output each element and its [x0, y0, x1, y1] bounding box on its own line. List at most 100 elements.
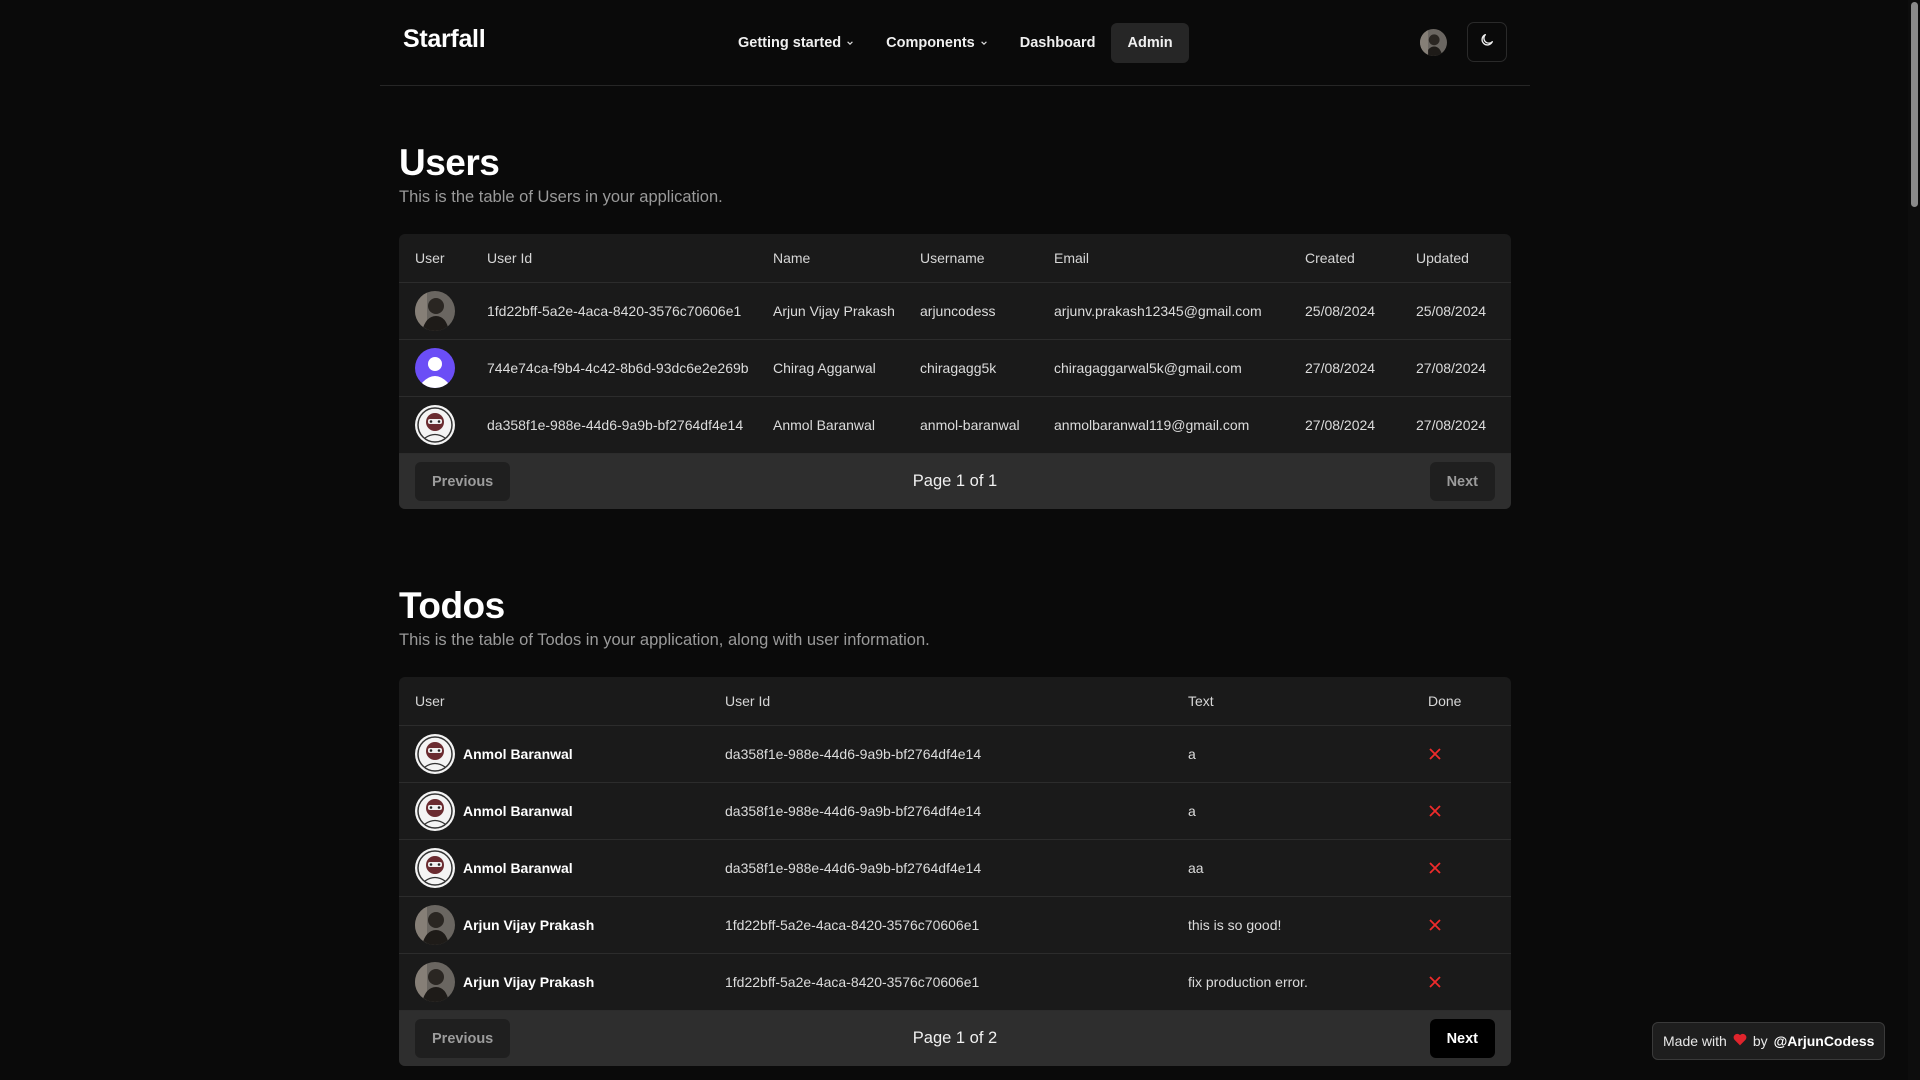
users-table: User User Id Name Username Email Created… — [399, 234, 1511, 509]
user-id-cell: da358f1e-988e-44d6-9a9b-bf2764df4e14 — [725, 746, 982, 762]
main-nav: Getting started Components Dashboard Adm… — [722, 23, 1189, 63]
table-row: Arjun Vijay Prakash 1fd22bff-5a2e-4aca-8… — [399, 897, 1511, 954]
profile-avatar[interactable] — [1420, 29, 1447, 56]
next-page-button[interactable]: Next — [1429, 462, 1495, 501]
email-cell: anmolbaranwal119@gmail.com — [1054, 417, 1250, 433]
nav-components[interactable]: Components — [870, 23, 1004, 63]
column-header: User Id — [725, 693, 771, 709]
made-with-badge[interactable]: Made with by @ArjunCodess — [1652, 1022, 1886, 1060]
user-id-cell: 1fd22bff-5a2e-4aca-8420-3576c70606e1 — [487, 303, 742, 319]
user-id-cell: 1fd22bff-5a2e-4aca-8420-3576c70606e1 — [725, 917, 980, 933]
close-icon — [1429, 976, 1441, 988]
text-cell: a — [1188, 803, 1196, 819]
username-cell: arjuncodess — [920, 303, 996, 319]
heart-icon — [1733, 1033, 1747, 1049]
text-cell: fix production error. — [1188, 974, 1308, 990]
table-row: 1fd22bff-5a2e-4aca-8420-3576c70606e1 Arj… — [399, 283, 1511, 340]
name-cell: Arjun Vijay Prakash — [773, 303, 895, 319]
nav-label: Admin — [1127, 35, 1173, 51]
user-cell — [399, 291, 471, 331]
nav-getting-started[interactable]: Getting started — [722, 23, 870, 63]
column-header: Created — [1305, 250, 1355, 266]
close-icon — [1429, 862, 1441, 874]
created-cell: 25/08/2024 — [1305, 303, 1376, 319]
close-icon — [1429, 748, 1441, 760]
user-id-cell: da358f1e-988e-44d6-9a9b-bf2764df4e14 — [725, 803, 982, 819]
photo-avatar — [415, 962, 455, 1002]
email-cell: chiragaggarwal5k@gmail.com — [1054, 360, 1242, 376]
name-cell: Chirag Aggarwal — [773, 360, 876, 376]
table-header: User User Id Text Done — [399, 677, 1511, 726]
chevron-down-icon — [980, 39, 988, 47]
users-title: Users — [399, 142, 500, 183]
robot-avatar — [415, 791, 455, 831]
user-cell — [399, 348, 471, 388]
table-row: Anmol Baranwal da358f1e-988e-44d6-9a9b-b… — [399, 726, 1511, 783]
table-row: Anmol Baranwal da358f1e-988e-44d6-9a9b-b… — [399, 840, 1511, 897]
text-cell: a — [1188, 746, 1196, 762]
column-header: User — [415, 693, 445, 709]
done-cell — [1412, 861, 1511, 875]
previous-page-button[interactable]: Previous — [415, 462, 511, 501]
next-page-button[interactable]: Next — [1429, 1019, 1495, 1058]
nav-label: Getting started — [738, 35, 842, 51]
chevron-down-icon — [846, 39, 854, 47]
brand-logo[interactable]: Starfall — [403, 25, 486, 54]
user-id-cell: 744e74ca-f9b4-4c42-8b6d-93dc6e2e269b — [487, 360, 749, 376]
theme-toggle-button[interactable] — [1467, 22, 1507, 62]
default-user-avatar — [415, 348, 455, 388]
photo-avatar — [415, 905, 455, 945]
user-cell: Arjun Vijay Prakash — [399, 905, 709, 945]
done-cell — [1412, 804, 1511, 818]
column-header: Text — [1188, 693, 1214, 709]
column-header: Username — [920, 250, 985, 266]
moon-icon — [1479, 32, 1495, 53]
robot-avatar — [415, 848, 455, 888]
top-navbar: Starfall Getting started Components Dash… — [380, 0, 1530, 86]
nav-admin[interactable]: Admin — [1111, 23, 1189, 63]
photo-avatar — [415, 291, 455, 331]
previous-page-button[interactable]: Previous — [415, 1019, 511, 1058]
table-row: Anmol Baranwal da358f1e-988e-44d6-9a9b-b… — [399, 783, 1511, 840]
table-row: 744e74ca-f9b4-4c42-8b6d-93dc6e2e269b Chi… — [399, 340, 1511, 397]
todos-subtitle: This is the table of Todos in your appli… — [399, 631, 930, 649]
user-cell: Arjun Vijay Prakash — [399, 962, 709, 1002]
email-cell: arjunv.prakash12345@gmail.com — [1054, 303, 1262, 319]
made-with-label: Made with — [1663, 1033, 1727, 1049]
user-cell — [399, 405, 471, 445]
nav-dashboard[interactable]: Dashboard — [1004, 23, 1112, 63]
robot-avatar — [415, 734, 455, 774]
column-header: Updated — [1416, 250, 1469, 266]
nav-label: Components — [886, 35, 975, 51]
user-id-cell: 1fd22bff-5a2e-4aca-8420-3576c70606e1 — [725, 974, 980, 990]
column-header: User — [415, 250, 445, 266]
user-cell: Anmol Baranwal — [399, 791, 709, 831]
user-name: Anmol Baranwal — [463, 803, 573, 819]
page-indicator: Page 1 of 2 — [912, 1029, 998, 1047]
username-cell: chiragagg5k — [920, 360, 997, 376]
page-scrollbar[interactable] — [1908, 0, 1920, 1080]
username-cell: anmol-baranwal — [920, 417, 1020, 433]
updated-cell: 25/08/2024 — [1416, 303, 1487, 319]
user-name: Arjun Vijay Prakash — [463, 974, 595, 990]
nav-label: Dashboard — [1019, 35, 1096, 51]
scrollbar-thumb[interactable] — [1911, 2, 1918, 207]
text-cell: this is so good! — [1188, 917, 1282, 933]
by-label: by — [1752, 1033, 1768, 1049]
user-cell: Anmol Baranwal — [399, 848, 709, 888]
done-cell — [1412, 747, 1511, 761]
name-cell: Anmol Baranwal — [773, 417, 875, 433]
user-name: Anmol Baranwal — [463, 860, 573, 876]
author-handle[interactable]: @ArjunCodess — [1774, 1033, 1875, 1049]
column-header: Done — [1428, 693, 1462, 709]
todos-table: User User Id Text Done Anmol Baranwal da… — [399, 677, 1511, 1066]
user-cell: Anmol Baranwal — [399, 734, 709, 774]
created-cell: 27/08/2024 — [1305, 360, 1376, 376]
close-icon — [1429, 805, 1441, 817]
todos-title: Todos — [399, 585, 505, 626]
done-cell — [1412, 918, 1511, 932]
user-name: Arjun Vijay Prakash — [463, 917, 595, 933]
updated-cell: 27/08/2024 — [1416, 417, 1487, 433]
column-header: Email — [1054, 250, 1090, 266]
created-cell: 27/08/2024 — [1305, 417, 1376, 433]
